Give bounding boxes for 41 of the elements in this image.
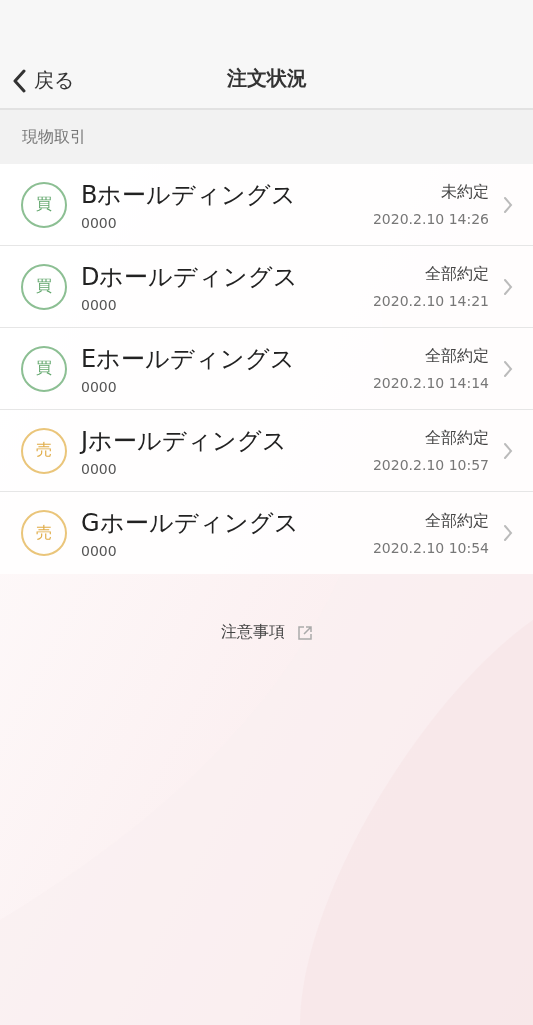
chevron-right-icon xyxy=(503,277,513,296)
stock-name: Bホールディングス xyxy=(81,179,298,211)
order-time: 2020.2.10 14:26 xyxy=(372,211,489,227)
order-type-badge: 売 xyxy=(21,510,67,556)
order-status: 全部約定 xyxy=(425,346,489,367)
stock-name: Jホールディングス xyxy=(81,425,289,457)
order-type-badge: 買 xyxy=(21,181,67,228)
chevron-right-icon xyxy=(503,195,513,214)
back-icon xyxy=(12,68,26,93)
order-status: 全部約定 xyxy=(425,264,489,285)
stock-code: 0000 xyxy=(81,460,118,477)
stock-code: 0000 xyxy=(81,296,118,313)
order-type-badge: 売 xyxy=(21,427,67,474)
stock-name: Eホールディングス xyxy=(81,343,297,375)
order-status: 全部約定 xyxy=(425,428,489,449)
section-header: 現物取引 xyxy=(0,110,533,164)
order-type-badge: 買 xyxy=(21,345,67,392)
stock-name: Dホールディングス xyxy=(81,261,300,293)
order-row[interactable]: 売 Jホールディングス 0000 全部約定 2020.2.10 10:57 xyxy=(0,410,533,492)
stock-code: 0000 xyxy=(81,543,118,559)
order-row[interactable]: 買 Bホールディングス 0000 未約定 2020.2.10 14:26 xyxy=(0,164,533,246)
order-time: 2020.2.10 14:21 xyxy=(372,293,489,309)
order-status: 未約定 xyxy=(441,182,489,203)
order-row[interactable]: 買 Dホールディングス 0000 全部約定 2020.2.10 14:21 xyxy=(0,246,533,328)
chevron-right-icon xyxy=(503,441,513,460)
notes-link[interactable]: 注意事項 xyxy=(220,622,313,643)
order-row[interactable]: 買 Eホールディングス 0000 全部約定 2020.2.10 14:14 xyxy=(0,328,533,410)
order-time: 2020.2.10 10:57 xyxy=(372,457,489,473)
stock-name: Gホールディングス xyxy=(81,508,300,539)
back-button[interactable]: 戻る xyxy=(10,65,76,96)
stock-code: 0000 xyxy=(81,214,118,231)
order-time: 2020.2.10 10:54 xyxy=(372,539,489,556)
order-status: 全部約定 xyxy=(425,510,489,532)
external-link-icon xyxy=(296,624,313,641)
page-title: 注文状況 xyxy=(226,64,307,92)
chevron-right-icon xyxy=(503,524,513,542)
order-time: 2020.2.10 14:14 xyxy=(372,375,489,391)
order-type-badge: 買 xyxy=(21,263,67,310)
order-row[interactable]: 売 Gホールディングス 0000 全部約定 2020.2.10 10:54 xyxy=(0,492,533,574)
stock-code: 0000 xyxy=(81,378,118,395)
chevron-right-icon xyxy=(503,359,513,378)
